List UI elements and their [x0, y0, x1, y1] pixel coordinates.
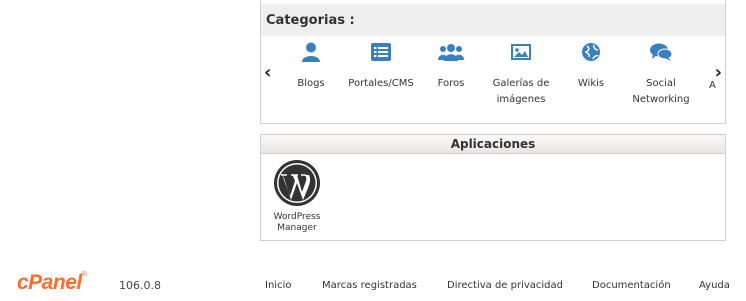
image-icon — [481, 40, 561, 64]
category-label: Portales/CMS — [348, 78, 414, 89]
category-social-networking[interactable]: Social Networking — [621, 40, 701, 108]
categories-header: Categorias : — [261, 4, 725, 36]
category-galerias[interactable]: Galerías de imágenes — [481, 40, 561, 108]
category-foros[interactable]: Foros — [411, 40, 491, 92]
list-icon — [341, 40, 421, 64]
chat-icon — [621, 40, 701, 64]
carousel-next-arrow[interactable]: › — [715, 62, 722, 83]
app-wordpress-manager[interactable]: WordPress Manager — [269, 159, 325, 234]
footer-link-privacidad[interactable]: Directiva de privacidad — [447, 280, 563, 291]
category-blogs[interactable]: Blogs — [271, 40, 351, 92]
user-icon — [271, 40, 351, 64]
footer-link-documentacion[interactable]: Documentación — [592, 280, 671, 291]
categories-title: Categorias : — [266, 12, 355, 28]
footer-link-ayuda[interactable]: Ayuda — [699, 280, 730, 291]
applications-panel: Aplicaciones WordPress Manager — [260, 134, 726, 241]
category-label: Galerías de imágenes — [492, 78, 550, 105]
categories-panel: Categorias : ‹ Blogs Portales/CMS Foros — [260, 0, 726, 124]
category-wikis[interactable]: Wikis — [551, 40, 631, 92]
footer-link-marcas[interactable]: Marcas registradas — [322, 280, 417, 291]
category-label: Foros — [437, 78, 465, 89]
category-label: Social Networking — [632, 78, 690, 105]
category-label: Blogs — [297, 78, 325, 89]
footer-link-inicio[interactable]: Inicio — [265, 280, 291, 291]
cpanel-logo[interactable]: cPanel® — [17, 271, 87, 295]
globe-icon — [551, 40, 631, 64]
version-text: 106.0.8 — [119, 279, 161, 292]
category-label: Wikis — [577, 78, 605, 89]
wordpress-icon — [269, 159, 325, 211]
category-portales-cms[interactable]: Portales/CMS — [341, 40, 421, 92]
applications-header: Aplicaciones — [261, 135, 725, 154]
users-icon — [411, 40, 491, 64]
app-label: WordPress Manager — [273, 212, 321, 233]
